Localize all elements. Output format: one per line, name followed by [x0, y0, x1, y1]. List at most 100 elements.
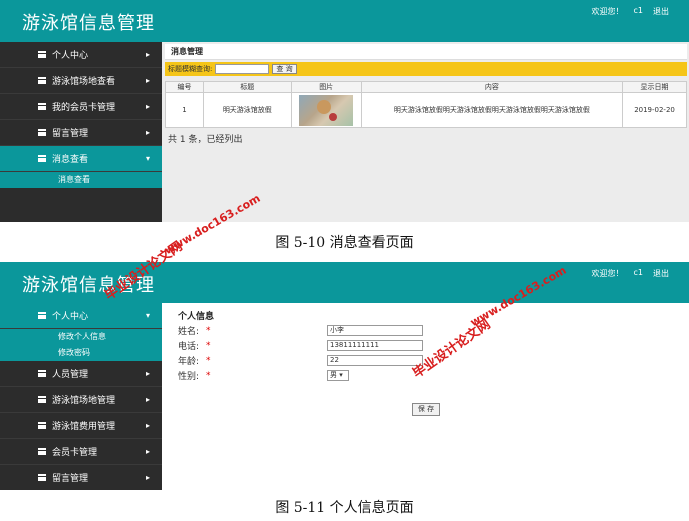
welcome-text: 欢迎您！ [591, 269, 624, 278]
column-header: 内容 [360, 81, 624, 93]
column-header: 标题 [202, 81, 292, 93]
breadcrumb: 消息管理 [165, 44, 687, 60]
chevron-right-icon: ▸ [145, 50, 150, 59]
sidebar-item-label: 个人中心 [52, 312, 89, 322]
list-icon [38, 77, 46, 84]
sidebar-item-label: 游泳馆费用管理 [52, 422, 116, 432]
sidebar: 个人中心 ▾ 修改个人信息 修改密码 人员管理 ▸ 游泳馆场地管理 ▸ 游泳馆费… [0, 303, 162, 490]
list-icon [38, 448, 46, 455]
form-row-age: 年龄: * [178, 354, 326, 368]
message-view-screenshot: 游泳馆信息管理 欢迎您！ c1 退出 个人中心 ▸ 游泳馆场地查看 ▸ 我的会员… [0, 0, 689, 222]
user-area: 欢迎您！ c1 退出 [592, 268, 670, 279]
chevron-right-icon: ▸ [145, 473, 150, 482]
required-marker: * [206, 340, 211, 351]
required-marker: * [206, 325, 211, 336]
figure-caption: 图 5-11 个人信息页面 [275, 500, 414, 516]
sidebar-item-membership-card[interactable]: 会员卡管理 ▸ [0, 439, 162, 465]
age-field[interactable]: 22 [327, 355, 423, 366]
chevron-right-icon: ▸ [145, 395, 150, 404]
sidebar-item-staff[interactable]: 人员管理 ▸ [0, 361, 162, 387]
cell-date: 2019-02-20 [622, 92, 687, 128]
sidebar-item-message-board[interactable]: 留言管理 ▸ [0, 120, 162, 146]
name-field[interactable]: 小李 [327, 325, 423, 336]
required-marker: * [206, 355, 211, 366]
column-header: 编号 [165, 81, 204, 93]
search-label: 标题模糊查询: [168, 65, 213, 73]
chevron-right-icon: ▸ [145, 128, 150, 137]
personal-info-screenshot: 游泳馆信息管理 欢迎您！ c1 退出 个人中心 ▾ 修改个人信息 修改密码 人员… [0, 262, 689, 490]
sidebar-item-messages[interactable]: 消息查看 ▾ [0, 146, 162, 172]
sidebar-subitem-change-password[interactable]: 修改密码 [0, 345, 162, 361]
list-icon [38, 129, 46, 136]
form-row-gender: 性别: * [178, 369, 326, 383]
list-icon [38, 51, 46, 58]
chevron-right-icon: ▸ [145, 421, 150, 430]
table-row[interactable]: 1 明天游泳馆放假 明天游泳馆放假明天游泳馆放假明天游泳馆放假明天游泳馆放假 2… [165, 92, 687, 128]
chevron-down-icon: ▾ [145, 154, 150, 163]
form-title: 个人信息 [178, 312, 215, 322]
field-label: 性别: [178, 372, 200, 382]
sidebar-item-personal-center[interactable]: 个人中心 ▾ [0, 303, 162, 329]
cell-image [290, 92, 362, 128]
sidebar-item-label: 留言管理 [52, 474, 89, 484]
list-icon [38, 396, 46, 403]
field-label: 姓名: [178, 327, 200, 337]
app-title: 游泳馆信息管理 [22, 13, 155, 34]
chevron-down-icon: ▾ [145, 311, 150, 320]
sidebar-submenu: 消息查看 [0, 172, 162, 188]
search-button[interactable]: 查 询 [272, 64, 297, 74]
sidebar-item-label: 游泳馆场地管理 [52, 396, 116, 406]
list-icon [38, 103, 46, 110]
main-content: 个人信息 姓名: * 小李 电话: * 13811111111 年龄: * 22… [162, 303, 689, 490]
teddy-bear-photo [299, 94, 354, 126]
welcome-text: 欢迎您！ [591, 7, 624, 16]
record-count: 共 1 条，已经列出 [168, 135, 243, 145]
sidebar-item-venue-view[interactable]: 游泳馆场地查看 ▸ [0, 68, 162, 94]
sidebar-item-label: 我的会员卡管理 [52, 103, 116, 113]
cell-id: 1 [165, 92, 204, 128]
search-bar: 标题模糊查询: 查 询 [165, 62, 687, 76]
logout-link[interactable]: 退出 [653, 268, 669, 279]
username: c1 [633, 6, 644, 15]
logout-link[interactable]: 退出 [653, 6, 669, 17]
chevron-right-icon: ▸ [145, 76, 150, 85]
sidebar-item-message-board[interactable]: 留言管理 ▸ [0, 465, 162, 490]
field-label: 年龄: [178, 357, 200, 367]
sidebar-subitem-edit-profile[interactable]: 修改个人信息 [0, 329, 162, 345]
sidebar-subitem-message-view[interactable]: 消息查看 [0, 172, 162, 188]
form-row-phone: 电话: * [178, 339, 326, 353]
figure-caption: 图 5-10 消息查看页面 [275, 235, 414, 251]
cell-content: 明天游泳馆放假明天游泳馆放假明天游泳馆放假明天游泳馆放假 [360, 92, 624, 128]
cell-title: 明天游泳馆放假 [202, 92, 292, 128]
gender-select[interactable]: 男 ▾ [327, 370, 349, 381]
column-header: 图片 [290, 81, 362, 93]
sidebar-submenu: 修改个人信息 修改密码 [0, 329, 162, 361]
sidebar-item-label: 人员管理 [52, 370, 89, 380]
sidebar-item-label: 消息查看 [52, 155, 89, 165]
user-area: 欢迎您！ c1 退出 [592, 6, 670, 17]
list-icon [38, 474, 46, 481]
sidebar-item-personal-center[interactable]: 个人中心 ▸ [0, 42, 162, 68]
main-content: 消息管理 标题模糊查询: 查 询 编号 标题 图片 内容 显示日期 1 明天游泳… [162, 42, 689, 222]
header-bar: 游泳馆信息管理 欢迎您！ c1 退出 [0, 262, 689, 303]
search-input[interactable] [215, 64, 270, 74]
sidebar: 个人中心 ▸ 游泳馆场地查看 ▸ 我的会员卡管理 ▸ 留言管理 ▸ 消息查看 ▾… [0, 42, 162, 222]
list-icon [38, 155, 46, 162]
sidebar-item-label: 游泳馆场地查看 [52, 77, 116, 87]
save-button[interactable]: 保 存 [412, 403, 440, 416]
sidebar-item-my-membership-card[interactable]: 我的会员卡管理 ▸ [0, 94, 162, 120]
sidebar-item-venue-management[interactable]: 游泳馆场地管理 ▸ [0, 387, 162, 413]
chevron-right-icon: ▸ [145, 447, 150, 456]
field-label: 电话: [178, 342, 200, 352]
list-icon [38, 370, 46, 377]
phone-field[interactable]: 13811111111 [327, 340, 423, 351]
column-header: 显示日期 [622, 81, 687, 93]
form-row-name: 姓名: * [178, 324, 326, 338]
list-icon [38, 422, 46, 429]
list-icon [38, 312, 46, 319]
table-header-row: 编号 标题 图片 内容 显示日期 [165, 81, 687, 93]
chevron-right-icon: ▸ [145, 102, 150, 111]
sidebar-item-fee-management[interactable]: 游泳馆费用管理 ▸ [0, 413, 162, 439]
required-marker: * [206, 370, 211, 381]
header-bar: 游泳馆信息管理 欢迎您！ c1 退出 [0, 0, 689, 42]
